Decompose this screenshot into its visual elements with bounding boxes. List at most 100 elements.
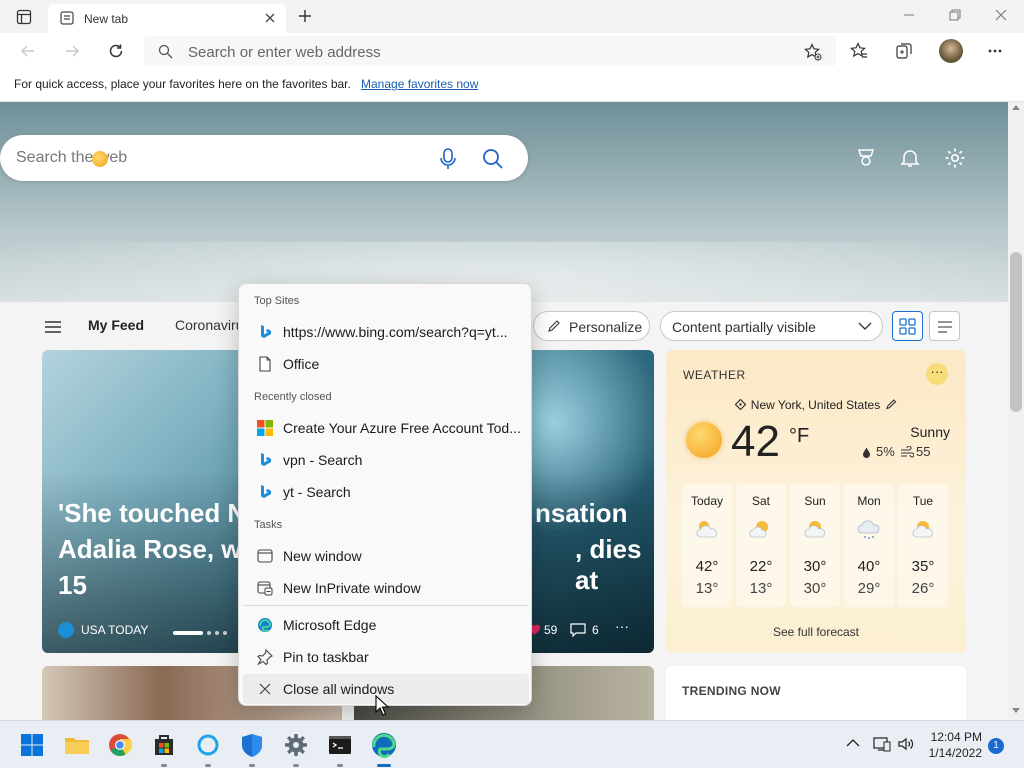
jump-item-yt-search[interactable]: yt - Search	[243, 477, 529, 507]
scroll-down-icon[interactable]	[1012, 708, 1020, 714]
store-bag-icon	[155, 735, 173, 755]
microphone-icon[interactable]	[438, 148, 458, 170]
mouse-cursor-icon	[375, 695, 389, 717]
tab-coronavirus[interactable]: Coronaviru	[175, 317, 243, 333]
see-full-forecast-link[interactable]: See full forecast	[666, 625, 966, 639]
chrome-button[interactable]	[104, 729, 136, 761]
jump-item-bing-search[interactable]: https://www.bing.com/search?q=yt...	[243, 317, 529, 347]
grid-view-button[interactable]	[892, 311, 923, 341]
tab-new-tab[interactable]: New tab	[48, 4, 286, 33]
new-tab-button[interactable]	[297, 8, 313, 24]
minimize-icon[interactable]	[902, 8, 916, 22]
card-more-icon[interactable]: ···	[615, 618, 629, 634]
list-view-button[interactable]	[929, 311, 960, 341]
rewards-icon[interactable]	[856, 148, 876, 168]
headline-right-line-2: , dies at	[575, 534, 642, 595]
address-placeholder: Search or enter web address	[188, 44, 381, 61]
settings-gear-icon[interactable]	[944, 147, 966, 169]
pencil-icon	[547, 319, 561, 333]
manage-favorites-link[interactable]: Manage favorites now	[361, 77, 478, 91]
forecast-day[interactable]: Sat 22° 13°	[736, 484, 786, 607]
edit-location-icon[interactable]	[885, 398, 897, 410]
jump-item-pin-to-taskbar[interactable]: Pin to taskbar	[243, 642, 529, 672]
scroll-thumb[interactable]	[1010, 252, 1022, 412]
partly-sunny-icon	[911, 518, 935, 540]
trending-title: TRENDING NOW	[682, 684, 781, 698]
address-bar[interactable]: Search or enter web address	[144, 36, 836, 66]
forecast-day[interactable]: Sun 30° 30°	[790, 484, 840, 607]
cortana-button[interactable]	[192, 729, 224, 767]
jump-item-new-inprivate-window[interactable]: New InPrivate window	[243, 573, 529, 603]
collections-icon[interactable]	[895, 42, 913, 60]
add-favorite-icon[interactable]	[804, 43, 822, 61]
volume-icon[interactable]	[897, 736, 915, 752]
trending-card[interactable]: TRENDING NOW	[666, 666, 966, 726]
tab-actions-icon[interactable]	[16, 9, 32, 25]
windows-logo-icon	[21, 734, 43, 756]
tab-close-icon[interactable]	[262, 10, 278, 26]
web-search-placeholder: Search the web	[16, 149, 128, 166]
weather-more-icon[interactable]: ···	[926, 363, 948, 385]
close-window-icon[interactable]	[994, 8, 1008, 22]
more-options-icon[interactable]	[987, 43, 1003, 59]
content-visibility-dropdown[interactable]: Content partially visible	[660, 311, 883, 341]
wind-speed: 55	[916, 444, 931, 459]
window-icon	[257, 548, 273, 564]
jump-item-label: Microsoft Edge	[283, 617, 377, 633]
forecast-day-name: Sun	[804, 494, 826, 508]
file-explorer-button[interactable]	[61, 729, 93, 761]
terminal-icon	[329, 736, 351, 754]
favorites-bar: For quick access, place your favorites h…	[0, 69, 1024, 102]
notification-badge[interactable]: 1	[988, 738, 1004, 754]
jump-item-microsoft-edge[interactable]: Microsoft Edge	[243, 610, 529, 640]
scroll-up-icon[interactable]	[1012, 104, 1020, 110]
title-bar: New tab	[0, 0, 1024, 33]
microsoft-store-button[interactable]	[148, 729, 180, 767]
jump-item-office[interactable]: Office	[243, 349, 529, 379]
weather-location[interactable]: New York, United States	[666, 396, 966, 414]
refresh-icon[interactable]	[107, 42, 125, 60]
jump-item-vpn-search[interactable]: vpn - Search	[243, 445, 529, 475]
search-submit-icon[interactable]	[482, 148, 504, 170]
microsoft-logo-icon	[257, 420, 273, 436]
clock-time[interactable]: 12:04 PM	[930, 730, 982, 744]
settings-button[interactable]	[280, 729, 312, 767]
jump-item-new-window[interactable]: New window	[243, 541, 529, 571]
tab-my-feed[interactable]: My Feed	[88, 317, 144, 333]
network-icon[interactable]	[873, 736, 891, 752]
edge-taskbar-button[interactable]	[368, 729, 400, 767]
snow-cloud-icon	[857, 518, 881, 540]
new-tab-icon	[60, 11, 74, 25]
forecast-day[interactable]: Mon 40° 29°	[844, 484, 894, 607]
web-search-box[interactable]: Search the web	[0, 135, 528, 181]
start-button[interactable]	[16, 729, 48, 761]
weather-card[interactable]: WEATHER ··· New York, United States 42 °…	[666, 350, 966, 653]
restore-icon[interactable]	[948, 8, 962, 22]
forecast-day[interactable]: Tue 35° 26°	[898, 484, 948, 607]
chrome-icon	[109, 734, 132, 756]
running-indicator	[337, 764, 343, 767]
feed-menu-icon[interactable]	[44, 320, 62, 334]
personalize-button[interactable]: Personalize	[533, 311, 650, 341]
page-scrollbar[interactable]	[1008, 102, 1024, 720]
carousel-dots[interactable]	[173, 630, 233, 636]
edge-icon	[257, 617, 273, 633]
headline-line-1: 'She touched N	[58, 498, 247, 528]
jump-item-azure[interactable]: Create Your Azure Free Account Tod...	[243, 413, 529, 443]
terminal-button[interactable]	[324, 729, 356, 767]
clock-date[interactable]: 1/14/2022	[922, 746, 982, 760]
show-hidden-icons-chevron-icon[interactable]	[846, 738, 860, 748]
forward-icon[interactable]	[64, 43, 80, 59]
forecast-day[interactable]: Today 42° 13°	[682, 484, 732, 607]
forecast-day-name: Today	[690, 494, 724, 508]
comment-icon[interactable]	[570, 623, 586, 637]
windows-security-button[interactable]	[236, 729, 268, 767]
notifications-icon[interactable]	[900, 148, 920, 168]
favorites-icon[interactable]	[850, 42, 868, 60]
profile-avatar[interactable]	[939, 39, 963, 63]
jump-item-label: https://www.bing.com/search?q=yt...	[283, 324, 508, 340]
forecast-high: 22°	[749, 558, 773, 575]
forecast-high: 40°	[857, 558, 881, 575]
back-icon[interactable]	[20, 43, 36, 59]
temperature-unit[interactable]: °F	[789, 425, 809, 448]
